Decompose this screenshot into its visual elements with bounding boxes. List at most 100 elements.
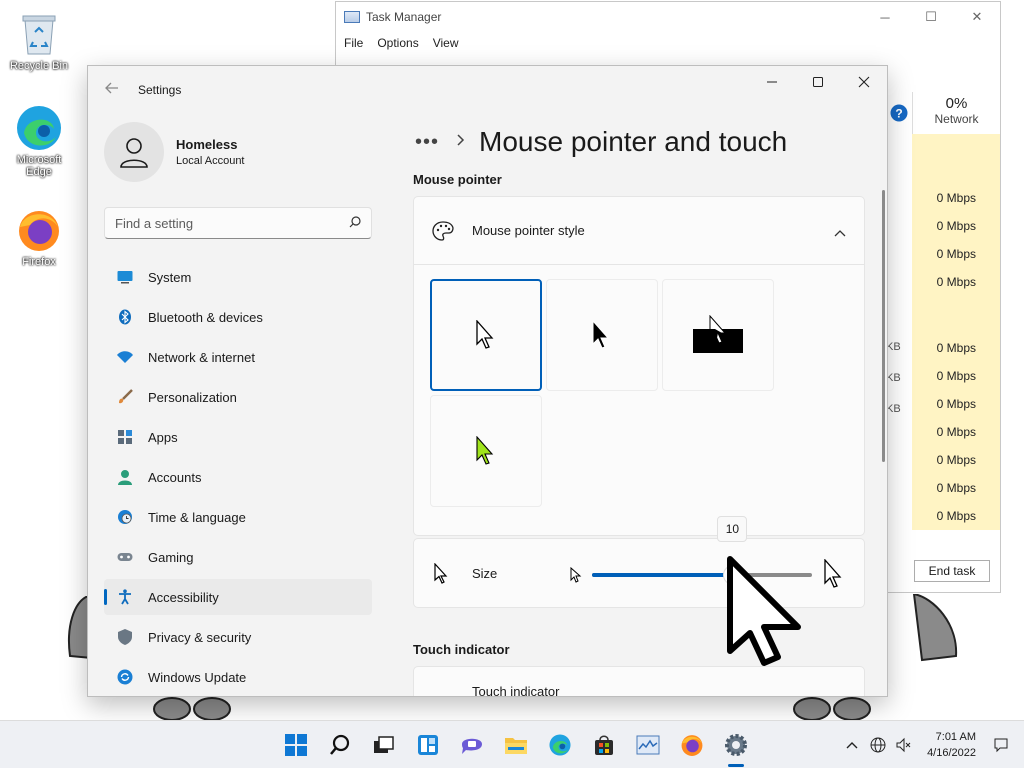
- settings-titlebar[interactable]: Settings: [88, 66, 887, 112]
- nav-item-personalization[interactable]: Personalization: [104, 379, 372, 415]
- maximize-button[interactable]: ☐: [908, 2, 954, 32]
- touch-indicator-label: Touch indicator: [472, 684, 560, 697]
- nav-item-gaming[interactable]: Gaming: [104, 539, 372, 575]
- network-label: Network: [934, 112, 979, 126]
- menu-options[interactable]: Options: [377, 36, 418, 50]
- chevron-up-icon[interactable]: [834, 225, 846, 240]
- monitor-icon: [116, 268, 134, 286]
- notification-icon[interactable]: [988, 732, 1014, 758]
- size-slider-fill: [592, 573, 734, 577]
- avatar: [104, 122, 164, 182]
- minimize-button[interactable]: ─: [862, 2, 908, 32]
- pointer-style-card: Mouse pointer style: [413, 196, 865, 536]
- nav-label: Gaming: [148, 549, 194, 565]
- network-cell: 0 Mbps: [912, 268, 1000, 296]
- network-cell: 0 Mbps: [912, 474, 1000, 502]
- desktop-icon-label: Firefox: [22, 256, 56, 268]
- start-button[interactable]: [274, 727, 318, 763]
- profile-account-type: Local Account: [176, 155, 245, 167]
- inverted-pointer-icon: [693, 315, 743, 353]
- widgets-button[interactable]: [406, 727, 450, 763]
- apps-icon: [116, 428, 134, 446]
- nav-item-accounts[interactable]: Accounts: [104, 459, 372, 495]
- network-globe-icon[interactable]: [865, 732, 891, 758]
- nav-item-network[interactable]: Network & internet: [104, 339, 372, 375]
- chevron-right-icon: [457, 133, 465, 151]
- white-pointer-icon: [476, 320, 494, 349]
- close-button[interactable]: [841, 66, 887, 98]
- nav-item-bluetooth[interactable]: Bluetooth & devices: [104, 299, 372, 335]
- clock-time: 7:01 AM: [935, 731, 976, 743]
- size-value-tooltip: 10: [717, 516, 748, 542]
- menu-view[interactable]: View: [433, 36, 459, 50]
- maximize-button[interactable]: [795, 66, 841, 98]
- taskbar-search-button[interactable]: [318, 727, 362, 763]
- store-icon: [595, 735, 613, 755]
- nav-item-privacy[interactable]: Privacy & security: [104, 619, 372, 655]
- nav-item-accessibility[interactable]: Accessibility: [104, 579, 372, 615]
- network-cell: 0 Mbps: [912, 184, 1000, 212]
- network-column-header[interactable]: 0% Network: [912, 92, 1000, 134]
- nav-label: Apps: [148, 429, 178, 445]
- nav-label: Privacy & security: [148, 629, 252, 645]
- nav-item-apps[interactable]: Apps: [104, 419, 372, 455]
- nav-label: Time & language: [148, 509, 246, 525]
- store-button[interactable]: [582, 727, 626, 763]
- edge-icon: [15, 104, 63, 152]
- touch-indicator-card[interactable]: Touch indicator: [413, 666, 865, 697]
- chat-icon: [462, 738, 482, 754]
- nav-item-system[interactable]: System: [104, 259, 372, 295]
- large-mouse-cursor: [724, 555, 806, 670]
- volume-muted-icon[interactable]: [891, 732, 917, 758]
- desktop-icon-label: Microsoft Edge: [16, 154, 62, 178]
- nav-item-time-language[interactable]: Time & language: [104, 499, 372, 535]
- nav-label: System: [148, 269, 192, 285]
- network-column: 0% Network 0 Mbps 0 Mbps 0 Mbps 0 Mbps 0…: [912, 92, 1000, 530]
- task-view-button[interactable]: [362, 727, 406, 763]
- start-icon: [285, 734, 307, 756]
- network-percent: 0%: [945, 95, 968, 112]
- nav-label: Accessibility: [148, 589, 219, 605]
- settings-title: Settings: [138, 83, 182, 97]
- chevron-up-icon[interactable]: [839, 732, 865, 758]
- help-icon[interactable]: ?: [890, 104, 912, 126]
- firefox-button[interactable]: [670, 727, 714, 763]
- section-title-mouse-pointer: Mouse pointer: [413, 172, 502, 187]
- shield-icon: [116, 628, 134, 646]
- edge-button[interactable]: [538, 727, 582, 763]
- close-button[interactable]: ✕: [954, 2, 1000, 32]
- search-box[interactable]: [104, 207, 372, 239]
- network-cell: 0 Mbps: [912, 362, 1000, 390]
- task-manager-button[interactable]: [626, 727, 670, 763]
- nav-item-windows-update[interactable]: Windows Update: [104, 659, 372, 695]
- end-task-button[interactable]: End task: [914, 560, 990, 582]
- palette-icon: [432, 220, 454, 241]
- settings-button[interactable]: [714, 727, 758, 767]
- clock[interactable]: 7:01 AM 4/16/2022: [927, 729, 976, 761]
- large-pointer-icon: [824, 558, 846, 592]
- search-input[interactable]: [115, 215, 349, 231]
- menu-file[interactable]: File: [344, 36, 363, 50]
- user-profile[interactable]: Homeless Local Account: [104, 122, 245, 182]
- back-arrow-icon[interactable]: [104, 80, 122, 98]
- breadcrumb-more-button[interactable]: •••: [415, 131, 439, 154]
- desktop-icon-firefox[interactable]: Firefox: [6, 206, 72, 268]
- network-cell: [912, 296, 1000, 334]
- minimize-button[interactable]: [749, 66, 795, 98]
- pointer-style-custom[interactable]: [430, 395, 542, 507]
- pointer-style-white[interactable]: [430, 279, 542, 391]
- pointer-style-header[interactable]: Mouse pointer style: [414, 197, 864, 265]
- file-explorer-button[interactable]: [494, 727, 538, 763]
- search-icon[interactable]: [349, 215, 361, 231]
- settings-icon: [725, 734, 747, 756]
- desktop-icon-recycle-bin[interactable]: Recycle Bin: [6, 10, 72, 72]
- profile-name: Homeless: [176, 137, 238, 152]
- firefox-icon: [681, 735, 703, 756]
- chat-button[interactable]: [450, 727, 494, 763]
- desktop-icon-edge[interactable]: Microsoft Edge: [6, 104, 72, 178]
- wifi-icon: [116, 348, 134, 366]
- content-scrollbar[interactable]: [882, 190, 885, 462]
- bluetooth-icon: [116, 308, 134, 326]
- pointer-style-inverted[interactable]: [662, 279, 774, 391]
- pointer-style-black[interactable]: [546, 279, 658, 391]
